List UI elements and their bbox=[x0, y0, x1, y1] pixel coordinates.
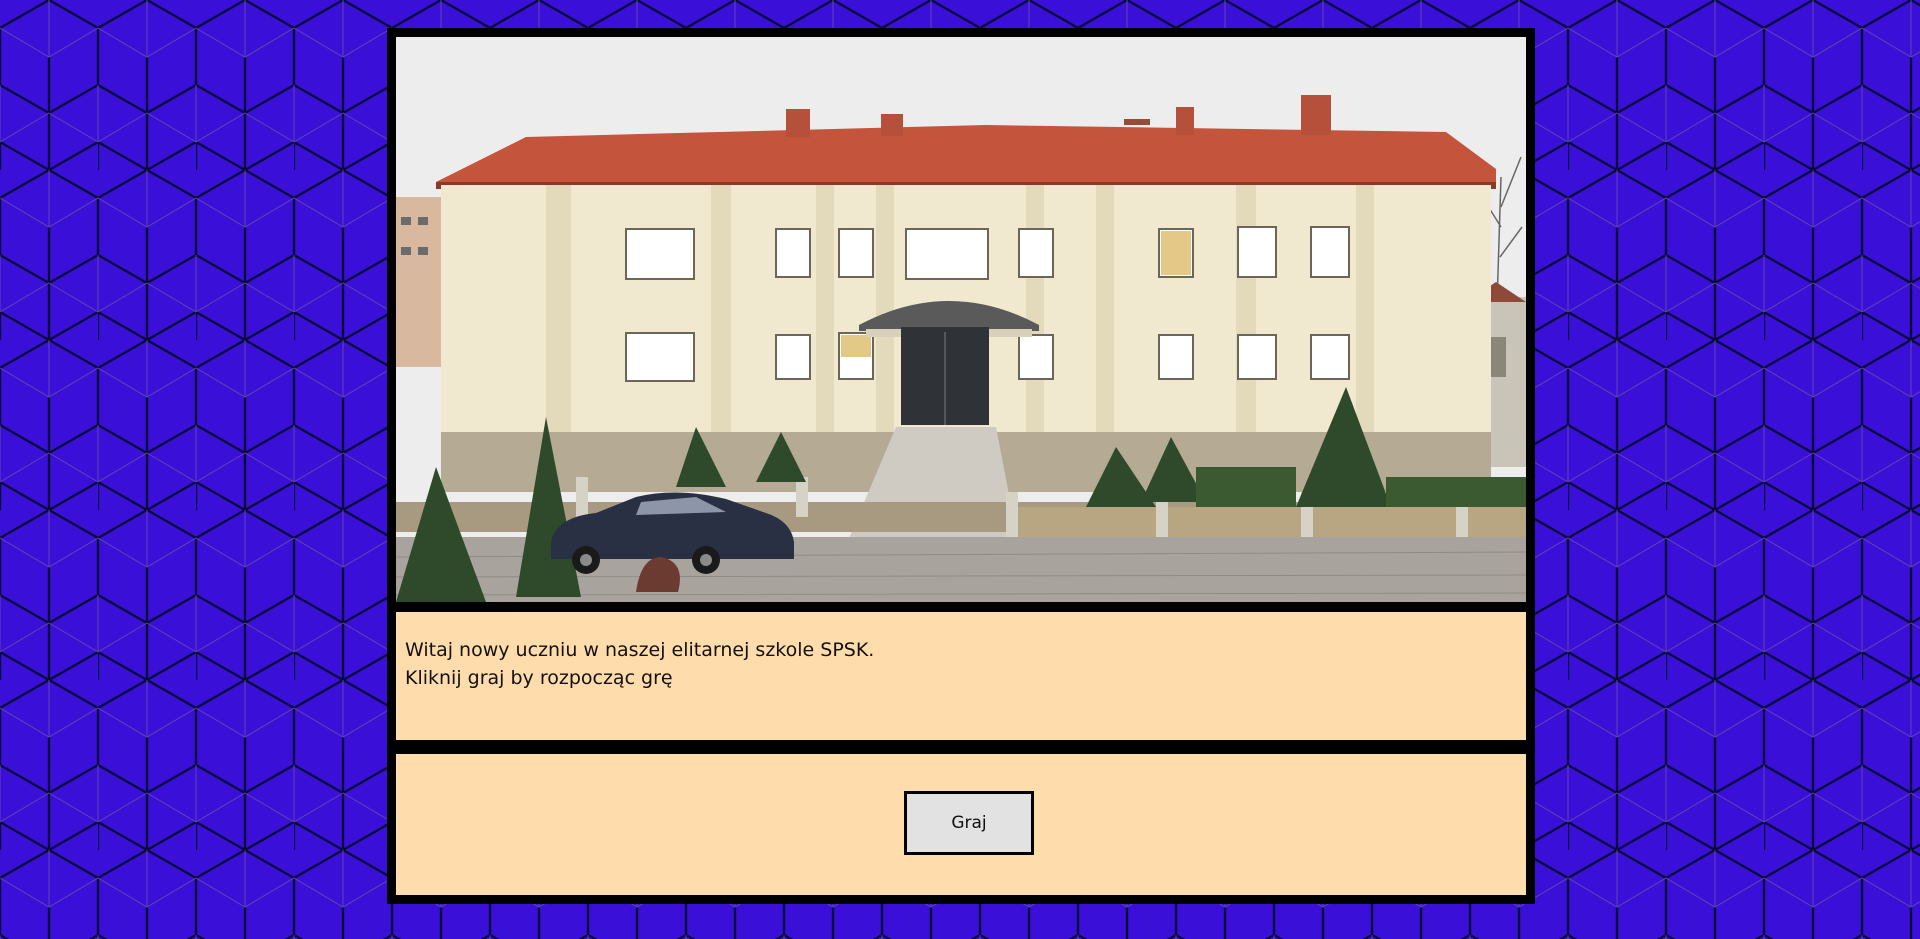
welcome-message-line: Witaj nowy uczniu w naszej elitarnej szk… bbox=[405, 639, 875, 661]
game-frame: Witaj nowy uczniu w naszej elitarnej szk… bbox=[387, 28, 1535, 904]
play-button[interactable]: Graj bbox=[904, 791, 1034, 855]
actions-panel: Graj bbox=[396, 754, 1526, 895]
dialog-text-panel: Witaj nowy uczniu w naszej elitarnej szk… bbox=[396, 612, 1526, 740]
school-building-photo bbox=[396, 37, 1526, 602]
instruction-message-line: Kliknij graj by rozpocząc grę bbox=[405, 667, 673, 689]
